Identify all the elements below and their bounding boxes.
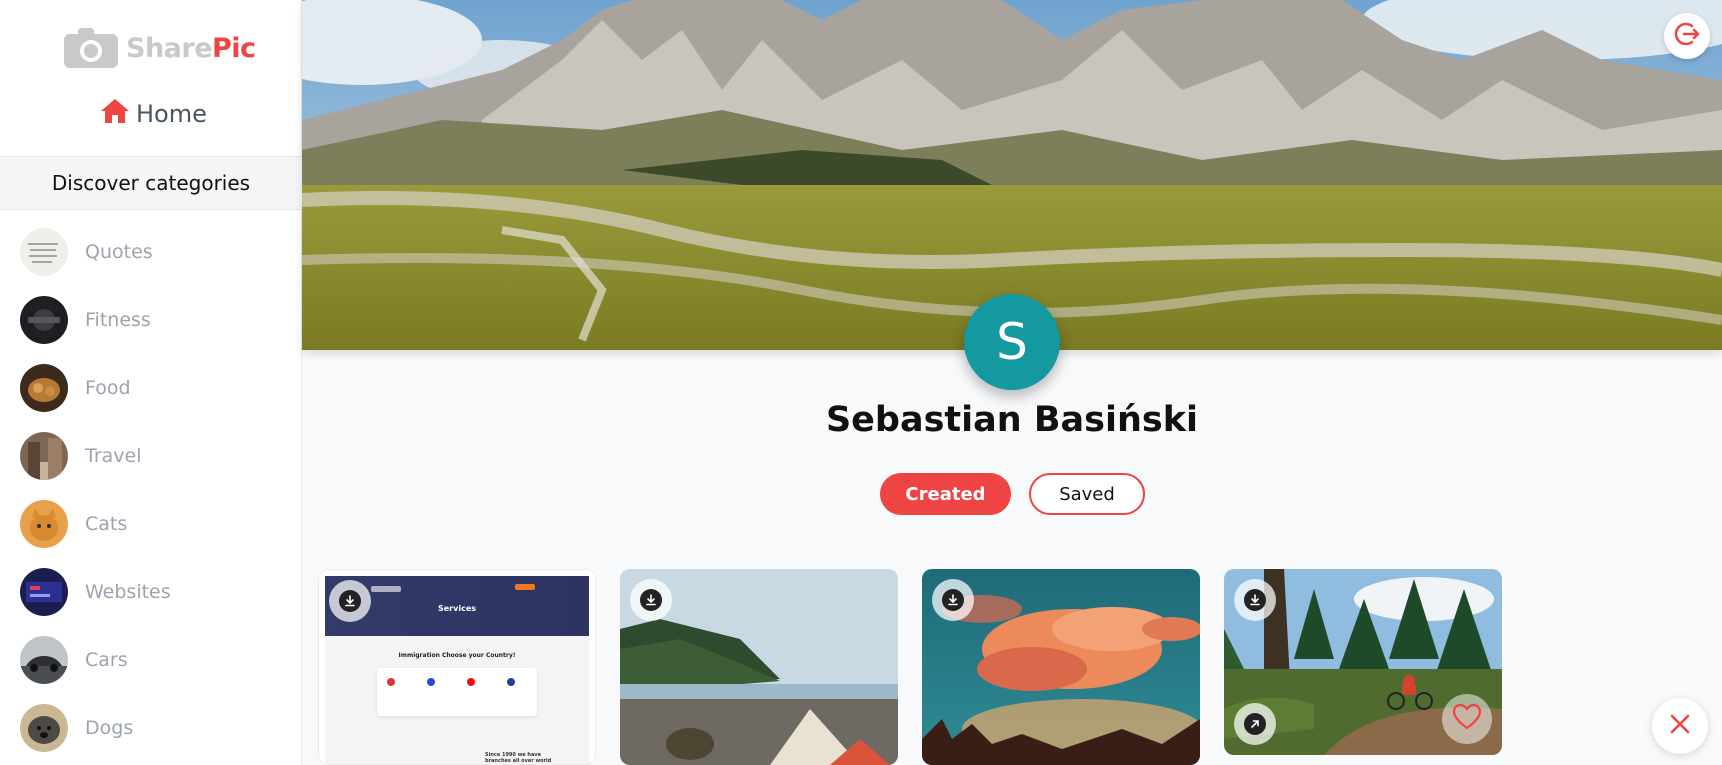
- category-thumbnail: [20, 228, 68, 276]
- download-icon: [640, 589, 662, 611]
- category-item-quotes[interactable]: Quotes: [0, 218, 302, 286]
- arrow-up-right-icon: [1244, 713, 1266, 735]
- saved-tab-button[interactable]: Saved: [1029, 473, 1145, 515]
- category-label: Websites: [85, 581, 171, 603]
- close-icon: [1669, 713, 1691, 739]
- download-icon: [1244, 589, 1266, 611]
- category-item-fitness[interactable]: Fitness: [0, 286, 302, 354]
- category-label: Quotes: [85, 241, 153, 263]
- pin-card[interactable]: [620, 569, 898, 765]
- home-label: Home: [136, 100, 207, 128]
- logout-icon: [1673, 20, 1701, 52]
- download-button[interactable]: [630, 579, 672, 621]
- download-button[interactable]: [1234, 579, 1276, 621]
- download-icon: [339, 590, 361, 612]
- category-label: Dogs: [85, 717, 134, 739]
- save-pin-button[interactable]: [1442, 694, 1492, 744]
- category-thumbnail: [20, 432, 68, 480]
- download-button[interactable]: [932, 579, 974, 621]
- category-item-cats[interactable]: Cats: [0, 490, 302, 558]
- category-item-cars[interactable]: Cars: [0, 626, 302, 694]
- home-link[interactable]: Home: [100, 98, 207, 130]
- user-avatar: S: [964, 294, 1060, 390]
- category-thumbnail: [20, 704, 68, 752]
- category-item-dogs[interactable]: Dogs: [0, 694, 302, 762]
- user-name: Sebastian Basiński: [825, 400, 1199, 440]
- camera-icon: [62, 26, 120, 70]
- category-label: Food: [85, 377, 131, 399]
- category-item-travel[interactable]: Travel: [0, 422, 302, 490]
- category-label: Travel: [85, 445, 142, 467]
- category-label: Cars: [85, 649, 128, 671]
- category-label: Cats: [85, 513, 128, 535]
- category-item-websites[interactable]: Websites: [0, 558, 302, 626]
- category-thumbnail: [20, 500, 68, 548]
- category-thumbnail: [20, 364, 68, 412]
- category-thumbnail: [20, 636, 68, 684]
- download-button[interactable]: [329, 580, 371, 622]
- categories-title: Discover categories: [0, 156, 302, 210]
- sidebar: SharePic Home Discover categories Quotes…: [0, 0, 302, 765]
- close-button[interactable]: [1652, 698, 1708, 754]
- created-tab-button[interactable]: Created: [880, 473, 1011, 515]
- pin-mock-subtitle: Immigration Choose your Country!: [398, 652, 516, 659]
- logout-button[interactable]: [1664, 13, 1710, 59]
- home-icon: [100, 98, 130, 130]
- pin-mock-footer: Since 1990 we have branches all over wor…: [485, 752, 552, 764]
- heart-icon: [1452, 703, 1482, 735]
- category-thumbnail: [20, 296, 68, 344]
- pin-card[interactable]: Services Immigration Choose your Country…: [318, 569, 596, 765]
- category-label: Fitness: [85, 309, 151, 331]
- app-name: SharePic: [126, 32, 256, 64]
- app-logo[interactable]: SharePic: [62, 26, 256, 70]
- category-item-food[interactable]: Food: [0, 354, 302, 422]
- download-icon: [942, 589, 964, 611]
- pin-card[interactable]: [922, 569, 1200, 765]
- category-thumbnail: [20, 568, 68, 616]
- category-list: Quotes Fitness Food Travel Cats Websites…: [0, 218, 302, 762]
- pin-card[interactable]: [1224, 569, 1502, 755]
- open-link-button[interactable]: [1234, 703, 1276, 745]
